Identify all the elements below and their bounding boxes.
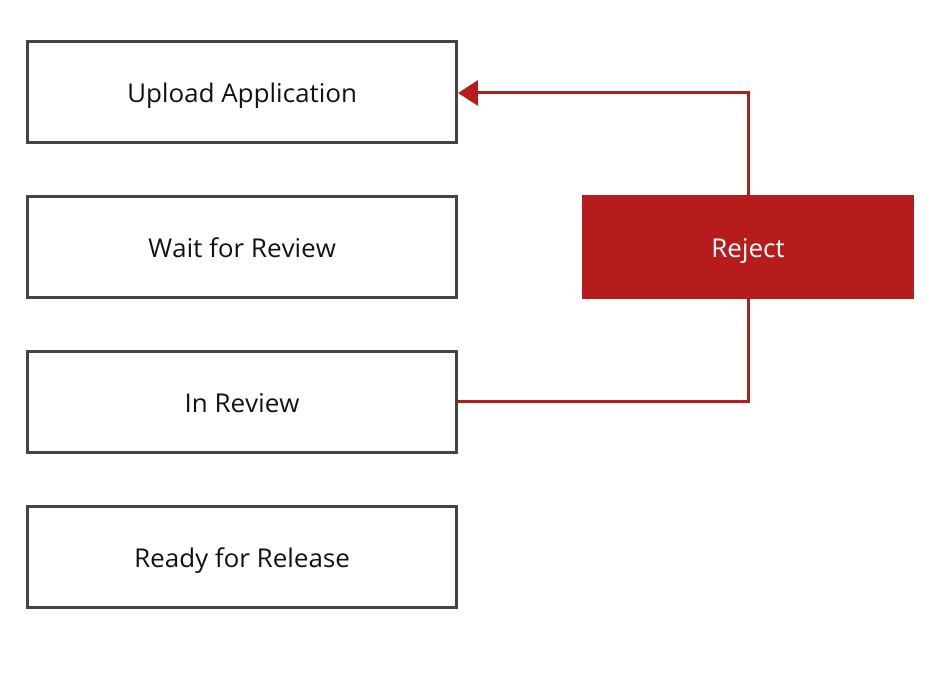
decision-box-reject: Reject bbox=[582, 195, 914, 299]
step-label: Wait for Review bbox=[148, 229, 336, 265]
connector-reject-up bbox=[747, 91, 750, 195]
app-review-flow-diagram: Upload Application Wait for Review In Re… bbox=[0, 0, 938, 674]
connector-inreview-to-trunk bbox=[458, 400, 750, 403]
arrowhead-to-upload-icon bbox=[458, 80, 478, 106]
step-label: Ready for Release bbox=[134, 539, 350, 575]
decision-label: Reject bbox=[711, 229, 785, 265]
step-box-upload-application: Upload Application bbox=[26, 40, 458, 144]
step-box-ready-for-release: Ready for Release bbox=[26, 505, 458, 609]
connector-reject-down bbox=[747, 299, 750, 402]
step-label: Upload Application bbox=[127, 74, 357, 110]
step-box-wait-for-review: Wait for Review bbox=[26, 195, 458, 299]
step-label: In Review bbox=[185, 384, 300, 420]
connector-trunk-to-upload bbox=[478, 91, 750, 94]
step-box-in-review: In Review bbox=[26, 350, 458, 454]
